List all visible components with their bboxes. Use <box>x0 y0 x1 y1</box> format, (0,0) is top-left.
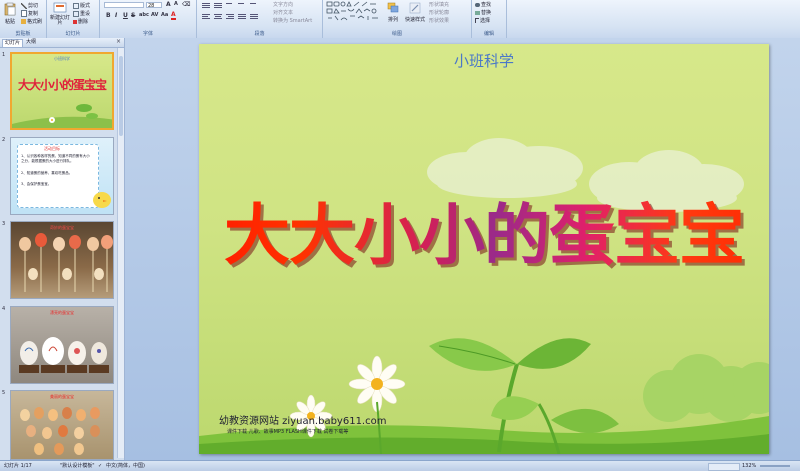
thumb-1-landscape <box>12 104 112 128</box>
cut-button[interactable]: 剪切 <box>21 2 38 9</box>
find-button[interactable]: 查找 <box>475 1 491 8</box>
arrange-button[interactable]: 排列 <box>385 2 401 23</box>
slide-thumb-4[interactable]: 漂亮的蛋宝宝 <box>10 306 114 384</box>
slides-group: 新建幻灯片 版式 重设 删除 幻灯片 <box>47 0 100 38</box>
chick-icon <box>93 192 111 208</box>
slide-editing-area: 小班科学 大大小小的蛋宝宝 幼教资源网站 ziyuan.baby611.com … <box>125 38 800 460</box>
paragraph-group: 文字方向 对齐文本 转换为 SmartArt 段落 <box>197 0 323 38</box>
thumb-3-eggs-photo <box>19 233 113 292</box>
char-spacing-button[interactable]: AV <box>151 12 158 19</box>
layout-icon <box>73 2 79 9</box>
thumb-2-item-2: 2、知道蛋的营养，喜欢吃蛋品。 <box>21 171 73 175</box>
slide-number-4: 4 <box>2 306 6 312</box>
slide-title[interactable]: 大大小小的蛋宝宝 <box>199 196 769 276</box>
shadow-button[interactable]: abc <box>139 12 149 19</box>
clipboard-group: 粘贴 剪切 复制 格式刷 剪贴板 <box>0 0 47 38</box>
current-slide[interactable]: 小班科学 大大小小的蛋宝宝 幼教资源网站 ziyuan.baby611.com … <box>199 44 769 454</box>
close-pane-icon[interactable]: × <box>116 38 121 45</box>
quick-styles-button[interactable]: 快速样式 <box>405 2 425 23</box>
italic-button[interactable]: I <box>115 12 117 19</box>
font-color-button[interactable]: A <box>171 12 176 20</box>
reset-icon <box>73 10 79 17</box>
shape-outline-button[interactable]: 形状轮廓 <box>429 9 449 16</box>
drawing-group: 排列 快速样式 形状填充 形状轮廓 形状效果 绘图 <box>323 0 472 38</box>
shape-effects-button[interactable]: 形状效果 <box>429 17 449 24</box>
cursor-icon <box>475 18 479 23</box>
replace-icon <box>475 10 480 15</box>
arrange-icon <box>387 2 399 13</box>
status-bar: 幻灯片 1/17 "默认设计模板" ✓ 中文(简体，中国) 132% <box>0 460 800 471</box>
underline-button[interactable]: U <box>123 12 128 19</box>
slide-number-5: 5 <box>2 390 6 396</box>
font-name-dropdown[interactable] <box>104 2 144 8</box>
footer-site-text: 幼教资源网站 ziyuan.baby611.com <box>219 416 387 427</box>
copy-button[interactable]: 复制 <box>21 10 38 17</box>
clipboard-group-label: 剪贴板 <box>15 31 31 37</box>
slides-pane-scrollbar[interactable] <box>117 48 124 458</box>
grow-font-button[interactable]: A <box>166 1 171 8</box>
delete-icon <box>73 19 77 24</box>
delete-button[interactable]: 删除 <box>73 18 88 25</box>
shrink-font-button[interactable]: A <box>174 1 178 8</box>
slides-group-label: 幻灯片 <box>65 31 81 37</box>
list-buttons-icons[interactable] <box>201 2 271 22</box>
zoom-slider[interactable] <box>760 465 790 467</box>
slide-thumb-1[interactable]: 小班科学 大大小小的蛋宝宝 <box>10 52 114 130</box>
slide-thumb-5[interactable]: 美丽的蛋宝宝 <box>10 390 114 460</box>
footer-links-text: 课件下载 儿歌、故事MP3 FLASH课件下载 试卷下载等 <box>227 429 349 435</box>
new-slide-button[interactable]: 新建幻灯片 <box>49 2 71 26</box>
select-button[interactable]: 选择 <box>475 17 490 24</box>
text-direction-button[interactable]: 文字方向 <box>273 1 293 8</box>
font-group: 28 A A ⌫ B I U S abc AV Aa A 字体 <box>100 0 197 38</box>
align-text-button[interactable]: 对齐文本 <box>273 9 293 16</box>
paragraph-group-label: 段落 <box>254 31 265 37</box>
ribbon: 粘贴 剪切 复制 格式刷 剪贴板 新建幻灯片 版式 重设 删除 幻灯片 28 A… <box>0 0 800 39</box>
paste-button[interactable]: 粘贴 <box>2 2 18 25</box>
thumb-2-item-1: 1、认识各种各样的蛋，知道不同的蛋有大小之分，能根据蛋的大小进行排队。 <box>21 154 90 163</box>
font-group-label: 字体 <box>142 31 153 37</box>
paste-label: 粘贴 <box>4 19 15 25</box>
slide-thumb-2[interactable]: 活动目标 1、认识各种各样的蛋，知道不同的蛋有大小之分，能根据蛋的大小进行排队。… <box>10 137 114 215</box>
replace-button[interactable]: 替换 <box>475 9 491 16</box>
slide-thumb-3[interactable]: 奇妙的蛋宝宝 <box>10 221 114 299</box>
thumb-2-item-3: 3、会保护蛋宝宝。 <box>21 182 52 186</box>
shape-fill-button[interactable]: 形状填充 <box>429 1 449 8</box>
new-slide-label: 新建幻灯片 <box>49 15 70 26</box>
tab-slides[interactable]: 幻灯片 <box>2 39 24 47</box>
slides-pane: 幻灯片 大纲 × 1 小班科学 大大小小的蛋宝宝 2 活动目标 1、认识各种各样… <box>0 38 125 460</box>
brush-icon <box>21 19 26 24</box>
new-slide-icon <box>53 2 67 13</box>
copy-icon <box>21 10 27 17</box>
thumb-2-title: 活动目标 <box>44 146 60 151</box>
slide-number-1: 1 <box>2 52 6 58</box>
slide-subtitle[interactable]: 小班科学 <box>199 50 769 71</box>
editing-group-label: 编辑 <box>483 31 494 37</box>
slide-number-3: 3 <box>2 221 6 227</box>
layout-button[interactable]: 版式 <box>73 2 90 9</box>
clear-format-button[interactable]: ⌫ <box>182 1 190 8</box>
tab-outline[interactable]: 大纲 <box>24 39 38 46</box>
reset-button[interactable]: 重设 <box>73 10 90 17</box>
slide-number-2: 2 <box>2 137 6 143</box>
drawing-group-label: 绘图 <box>391 31 402 37</box>
binoculars-icon <box>475 2 480 7</box>
shapes-gallery-icon[interactable] <box>326 1 382 23</box>
change-case-button[interactable]: Aa <box>161 12 168 19</box>
strikethrough-button[interactable]: S <box>131 12 135 19</box>
paste-icon <box>4 2 16 16</box>
convert-smartart-button[interactable]: 转换为 SmartArt <box>273 17 312 24</box>
scissors-icon <box>21 2 27 9</box>
thumb-5-eggs-photo <box>20 407 100 455</box>
editing-group: 查找 替换 选择 编辑 <box>472 0 507 38</box>
scrollbar-thumb[interactable] <box>119 56 123 136</box>
quick-styles-icon <box>409 2 421 14</box>
format-painter-button[interactable]: 格式刷 <box>21 18 42 25</box>
pane-tabs: 幻灯片 大纲 × <box>0 38 124 48</box>
thumb-4-eggs-photo <box>19 337 109 373</box>
bold-button[interactable]: B <box>106 12 111 19</box>
font-size-dropdown[interactable]: 28 <box>146 2 162 9</box>
